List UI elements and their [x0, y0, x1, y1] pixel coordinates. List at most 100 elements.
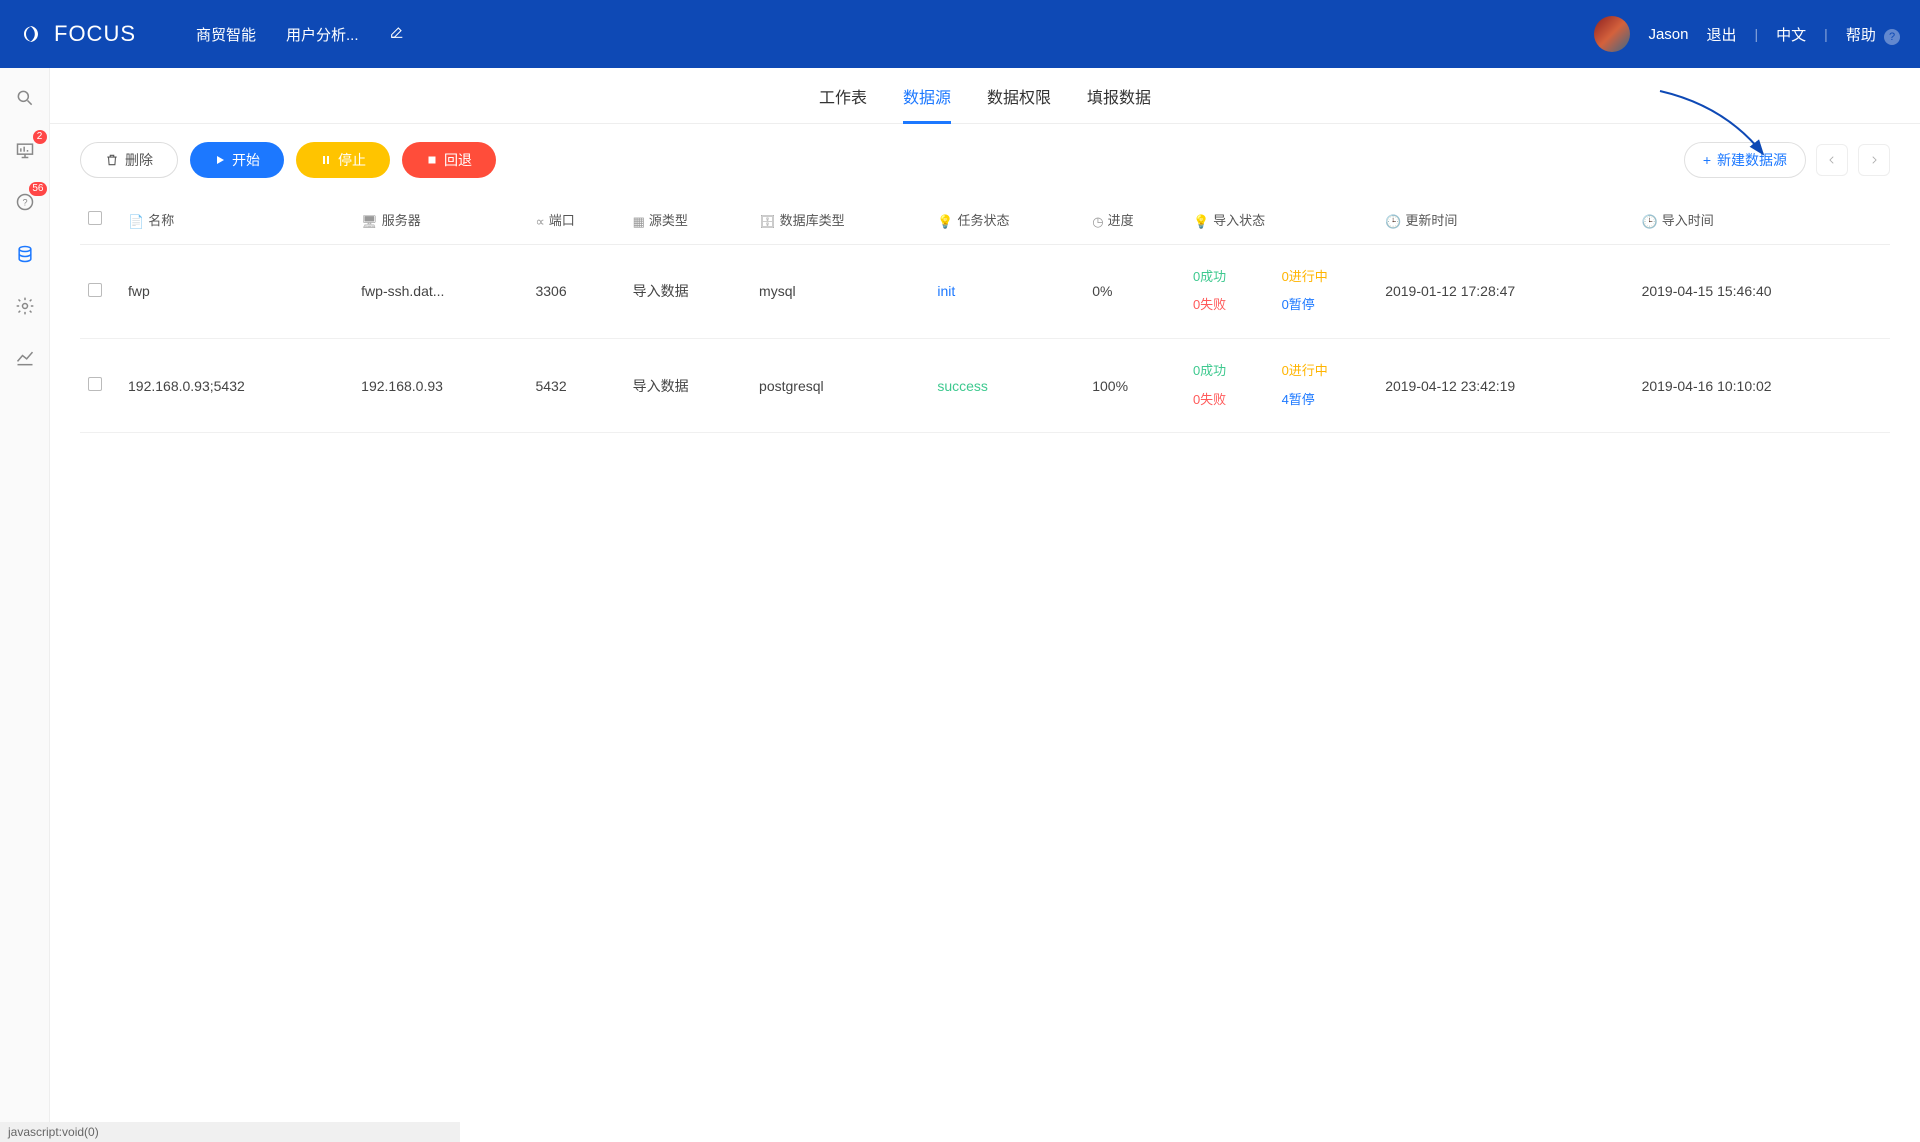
- tab-report[interactable]: 填报数据: [1087, 68, 1151, 124]
- chevron-right-icon: [1869, 155, 1879, 165]
- tabs: 工作表 数据源 数据权限 填报数据: [50, 68, 1920, 124]
- cell-server: 192.168.0.93: [353, 338, 527, 432]
- delete-button[interactable]: 删除: [80, 142, 178, 178]
- delete-label: 删除: [125, 150, 153, 170]
- cell-task-status: init: [929, 244, 1084, 338]
- logout-link[interactable]: 退出: [1707, 24, 1737, 45]
- moon-logo-icon: [20, 22, 44, 46]
- user-name[interactable]: Jason: [1648, 26, 1688, 43]
- new-datasource-label: 新建数据源: [1717, 150, 1787, 170]
- badge: 56: [29, 182, 46, 196]
- app-header: FOCUS 商贸智能 用户分析... Jason 退出 | 中文 | 帮助 ?: [0, 0, 1920, 68]
- tab-datasource[interactable]: 数据源: [903, 68, 951, 124]
- divider: |: [1755, 26, 1759, 42]
- datasource-table: 📄名称 🖥服务器 ∝端口 ▦源类型 🗄数据库类型 💡任务状态 ◷进度 💡导入状态…: [80, 196, 1890, 433]
- database-icon[interactable]: [13, 242, 37, 266]
- cell-update-time: 2019-04-12 23:42:19: [1377, 338, 1633, 432]
- toolbar-right: + 新建数据源: [1684, 142, 1890, 178]
- file-icon: 📄: [128, 214, 144, 230]
- clock-icon: 🕒: [1642, 214, 1658, 230]
- col-progress: 进度: [1108, 213, 1134, 228]
- next-page-button[interactable]: [1858, 144, 1890, 176]
- cell-db-type: postgresql: [751, 338, 929, 432]
- link-icon: ∝: [535, 214, 544, 230]
- badge: 2: [33, 130, 47, 144]
- top-nav: 商贸智能 用户分析...: [196, 24, 405, 45]
- cell-import-time: 2019-04-16 10:10:02: [1634, 338, 1890, 432]
- help-label: 帮助: [1846, 27, 1876, 44]
- cell-port: 5432: [527, 338, 624, 432]
- monitor-icon: 🖥: [361, 214, 378, 230]
- row-checkbox[interactable]: [88, 283, 102, 297]
- cell-name: fwp: [120, 244, 353, 338]
- cell-progress: 0%: [1084, 244, 1185, 338]
- trash-icon: [105, 153, 119, 167]
- help-center-icon[interactable]: ? 56: [13, 190, 37, 214]
- language-link[interactable]: 中文: [1776, 24, 1806, 45]
- cell-db-type: mysql: [751, 244, 929, 338]
- cell-server: fwp-ssh.dat...: [353, 244, 527, 338]
- app-name: FOCUS: [54, 21, 136, 47]
- stop-square-icon: [426, 154, 438, 166]
- cell-progress: 100%: [1084, 338, 1185, 432]
- settings-icon[interactable]: [13, 294, 37, 318]
- search-icon[interactable]: [13, 86, 37, 110]
- col-import-status: 导入状态: [1213, 213, 1265, 228]
- cell-source-type: 导入数据: [625, 338, 751, 432]
- edit-icon[interactable]: [389, 24, 405, 44]
- col-import-time: 导入时间: [1662, 213, 1714, 228]
- tab-permission[interactable]: 数据权限: [987, 68, 1051, 124]
- new-datasource-button[interactable]: + 新建数据源: [1684, 142, 1806, 178]
- tab-worksheet[interactable]: 工作表: [819, 68, 867, 124]
- play-icon: [214, 154, 226, 166]
- cell-source-type: 导入数据: [625, 244, 751, 338]
- select-all-checkbox[interactable]: [88, 211, 102, 225]
- rollback-button[interactable]: 回退: [402, 142, 496, 178]
- browser-status-bar: javascript:void(0): [0, 1122, 460, 1142]
- plus-icon: +: [1703, 152, 1711, 168]
- cell-import-time: 2019-04-15 15:46:40: [1634, 244, 1890, 338]
- chevron-left-icon: [1827, 155, 1837, 165]
- pause-icon: [320, 154, 332, 166]
- cell-import-status: 0成功0进行中0失败4暂停: [1185, 338, 1377, 432]
- cell-update-time: 2019-01-12 17:28:47: [1377, 244, 1633, 338]
- db-icon: 🗄: [759, 214, 776, 230]
- table-row[interactable]: 192.168.0.93;5432192.168.0.935432导入数据pos…: [80, 338, 1890, 432]
- col-task-status: 任务状态: [958, 213, 1010, 228]
- nav-user-analysis[interactable]: 用户分析...: [286, 24, 359, 45]
- start-button[interactable]: 开始: [190, 142, 284, 178]
- help-link[interactable]: 帮助 ?: [1846, 24, 1900, 45]
- stop-button[interactable]: 停止: [296, 142, 390, 178]
- cell-task-status: success: [929, 338, 1084, 432]
- divider: |: [1824, 26, 1828, 42]
- col-update-time: 更新时间: [1405, 213, 1457, 228]
- rollback-label: 回退: [444, 150, 472, 170]
- dashboard-icon[interactable]: 2: [13, 138, 37, 162]
- col-source-type: 源类型: [649, 213, 688, 228]
- bulb-icon: 💡: [1193, 214, 1209, 230]
- start-label: 开始: [232, 150, 260, 170]
- col-port: 端口: [549, 213, 575, 228]
- toolbar: 删除 开始 停止 回退 + 新建数据源: [50, 124, 1920, 196]
- table-row[interactable]: fwpfwp-ssh.dat...3306导入数据mysqlinit0%0成功0…: [80, 244, 1890, 338]
- col-db-type: 数据库类型: [780, 213, 845, 228]
- main: 工作表 数据源 数据权限 填报数据 删除 开始 停止 回退 +: [50, 68, 1920, 433]
- sidebar: 2 ? 56: [0, 68, 50, 1142]
- chart-icon[interactable]: [13, 346, 37, 370]
- cell-name: 192.168.0.93;5432: [120, 338, 353, 432]
- svg-text:?: ?: [22, 197, 27, 207]
- cell-port: 3306: [527, 244, 624, 338]
- prev-page-button[interactable]: [1816, 144, 1848, 176]
- cell-import-status: 0成功0进行中0失败0暂停: [1185, 244, 1377, 338]
- bulb-icon: 💡: [937, 214, 953, 230]
- col-server: 服务器: [382, 213, 421, 228]
- header-right: Jason 退出 | 中文 | 帮助 ?: [1594, 16, 1900, 52]
- nav-business[interactable]: 商贸智能: [196, 24, 256, 45]
- col-name: 名称: [148, 213, 174, 228]
- avatar[interactable]: [1594, 16, 1630, 52]
- table-header-row: 📄名称 🖥服务器 ∝端口 ▦源类型 🗄数据库类型 💡任务状态 ◷进度 💡导入状态…: [80, 196, 1890, 244]
- stop-label: 停止: [338, 150, 366, 170]
- logo[interactable]: FOCUS: [20, 21, 136, 47]
- help-question-icon: ?: [1884, 29, 1900, 45]
- row-checkbox[interactable]: [88, 377, 102, 391]
